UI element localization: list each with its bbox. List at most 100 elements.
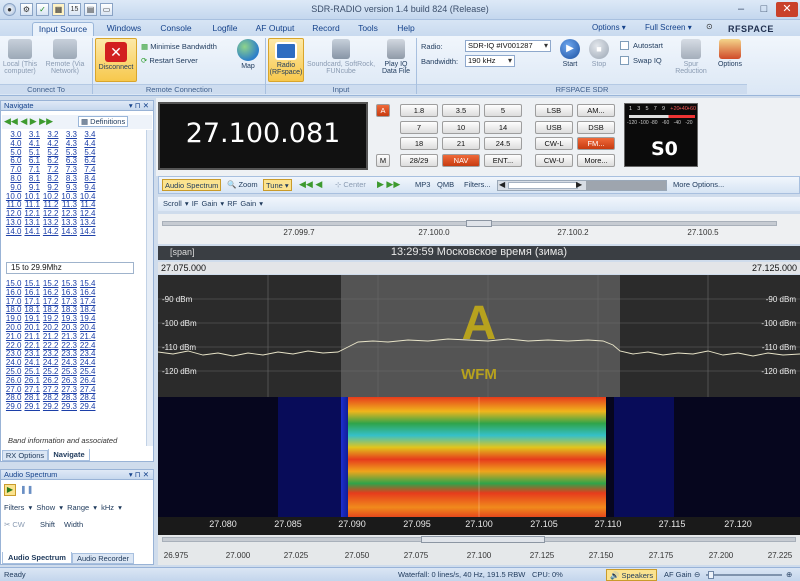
tab-record[interactable]: Record <box>306 22 346 36</box>
band-key-button[interactable]: 14 <box>484 120 522 134</box>
waterfall-display[interactable] <box>158 397 800 517</box>
band-link[interactable]: 14.4 <box>77 227 96 237</box>
minimize-button[interactable]: – <box>730 2 752 17</box>
band-select[interactable]: 15 to 29.9Mhz <box>6 262 134 274</box>
slider-right-arrow-icon[interactable]: ▶ <box>576 180 582 189</box>
options-menu[interactable]: Options ▾ <box>592 23 626 32</box>
slider-left-arrow-icon[interactable]: ◀ <box>499 180 505 189</box>
minimise-bandwidth-button[interactable]: ▦ Minimise Bandwidth <box>141 42 217 51</box>
zoom-scroll-thumb[interactable] <box>466 220 492 227</box>
band-link[interactable]: 14.2 <box>40 227 59 237</box>
definitions-button[interactable]: ▦ Definitions <box>78 116 129 127</box>
slider-thumb[interactable] <box>508 182 578 189</box>
band-key-button[interactable]: 28/29 <box>400 153 438 167</box>
band-key-button[interactable]: 1.8 <box>400 104 438 117</box>
tune-arrows-icon[interactable]: ◀◀ ◀ <box>299 179 322 190</box>
remote-button[interactable]: Remote (Via Network) <box>40 39 90 75</box>
tab-tools[interactable]: Tools <box>350 22 386 36</box>
band-link[interactable]: 14.3 <box>59 227 77 237</box>
tab-af-output[interactable]: AF Output <box>250 22 300 36</box>
panel-buttons-icon[interactable]: ▾ ⊓ ✕ <box>129 470 149 479</box>
memory-button[interactable]: M <box>376 154 390 167</box>
close-button[interactable]: ✕ <box>776 2 798 17</box>
bandwidth-select[interactable]: 190 kHz <box>465 55 515 67</box>
mode-button[interactable]: FM... <box>577 137 615 150</box>
audio-spectrum-toggle[interactable]: Audio Spectrum <box>162 179 222 191</box>
mp3-button[interactable]: MP3 <box>415 180 430 189</box>
tab-audio-spectrum[interactable]: Audio Spectrum <box>2 552 72 564</box>
band-key-button[interactable]: 3.5 <box>442 104 480 117</box>
band-key-button[interactable]: 18 <box>400 137 438 150</box>
band-key-button[interactable]: 21 <box>442 137 480 150</box>
help-icon[interactable]: ⊙ <box>706 22 713 31</box>
qmb-button[interactable]: QMB <box>437 180 454 189</box>
enter-button[interactable]: ENT... <box>484 153 522 167</box>
frequency-display[interactable]: 27.100.081 <box>158 102 368 170</box>
swap-iq-checkbox[interactable] <box>620 56 629 65</box>
restart-server-button[interactable]: ⟳ Restart Server <box>141 56 198 65</box>
mode-button[interactable]: CW-L <box>535 137 573 150</box>
stop-button[interactable]: ■ Stop <box>586 39 612 68</box>
tune-button[interactable]: Tune ▾ <box>263 179 292 191</box>
band-key-button[interactable]: 5 <box>484 104 522 117</box>
radio-select[interactable]: SDR-IQ #IV001287 <box>465 40 551 52</box>
band-link[interactable]: 14.1 <box>22 227 40 237</box>
disconnect-button[interactable]: ✕ Disconnect <box>95 38 137 82</box>
next-arrows-icon[interactable]: ▶ ▶▶ <box>377 179 400 190</box>
audio-play-icon[interactable]: ▶ <box>4 484 16 496</box>
af-gain-thumb[interactable] <box>708 571 714 579</box>
band-key-button[interactable]: 24.5 <box>484 137 522 150</box>
mode-button[interactable]: LSB <box>535 104 573 117</box>
filters-button[interactable]: Filters... <box>464 180 491 189</box>
filter-slider[interactable]: ◀ ▶ <box>497 180 667 191</box>
maximize-button[interactable]: □ <box>753 2 775 17</box>
tab-input-source[interactable]: Input Source <box>32 22 94 36</box>
nav-arrows-icon[interactable]: ◀◀ ◀ ▶ ▶▶ <box>4 116 53 127</box>
band-link[interactable]: 29.4 <box>77 402 96 412</box>
start-button[interactable]: ▶ Start <box>557 39 583 68</box>
gain-menus[interactable]: Scroll ▾ IF Gain ▾ RF Gain ▾ <box>163 199 263 208</box>
band-key-button[interactable]: 10 <box>442 120 480 134</box>
mode-button[interactable]: AM... <box>577 104 615 117</box>
options-button[interactable]: Options <box>712 39 748 68</box>
autostart-checkbox[interactable] <box>620 41 629 50</box>
zoom-button[interactable]: 🔍 Zoom <box>227 180 258 189</box>
af-gain-slider[interactable] <box>706 571 782 579</box>
tab-console[interactable]: Console <box>152 22 200 36</box>
navigate-scrollbar[interactable] <box>146 130 153 446</box>
tab-audio-recorder[interactable]: Audio Recorder <box>72 553 134 564</box>
overview-scroll-thumb[interactable] <box>421 536 545 543</box>
audio-menu[interactable]: Filters ▾ Show ▾ Range ▾ kHz ▾ <box>4 503 122 512</box>
tab-help[interactable]: Help <box>390 22 422 36</box>
local-button[interactable]: Local (This computer) <box>2 39 38 75</box>
mode-button[interactable]: DSB <box>577 120 615 134</box>
speakers-button[interactable]: 🔊 Speakers <box>606 569 658 581</box>
volume-minus-icon[interactable]: ⊖ <box>694 568 700 581</box>
more-options-button[interactable]: More Options... <box>673 180 724 189</box>
tab-logfile[interactable]: Logfile <box>204 22 246 36</box>
mode-button[interactable]: USB <box>535 120 573 134</box>
tab-rx-options[interactable]: RX Options <box>2 450 48 461</box>
band-link[interactable]: 29.1 <box>22 402 40 412</box>
audio-pause-icon[interactable]: ❚❚ <box>20 485 33 494</box>
band-key-button[interactable]: 7 <box>400 120 438 134</box>
mode-button[interactable]: CW-U <box>535 153 573 167</box>
spectrum-display[interactable]: A WFM -90 dBm -100 dBm -110 dBm -120 dBm… <box>157 275 800 397</box>
soundcard-button[interactable]: Soundcard, SoftRock, FUNcube <box>306 39 376 75</box>
play-iq-button[interactable]: Play IQ Data File <box>378 39 414 75</box>
tab-navigate[interactable]: Navigate <box>48 449 90 461</box>
panel-buttons-icon[interactable]: ▾ ⊓ ✕ <box>129 101 149 110</box>
band-link[interactable]: 29.3 <box>59 402 77 412</box>
radio-rfspace-button[interactable]: Radio (RFspace) <box>268 38 304 82</box>
mode-button[interactable]: More... <box>577 153 615 167</box>
band-link[interactable]: 29.2 <box>40 402 59 412</box>
band-link[interactable]: 29.0 <box>3 402 22 412</box>
spur-reduction-button[interactable]: Spur Reduction <box>672 39 710 75</box>
vfo-a-button[interactable]: A <box>376 104 390 117</box>
zoom-scrollbar[interactable] <box>162 220 777 227</box>
nav-button[interactable]: NAV <box>442 153 480 167</box>
full-screen-menu[interactable]: Full Screen ▾ <box>645 23 692 32</box>
volume-plus-icon[interactable]: ⊕ <box>786 568 792 581</box>
center-button[interactable]: ⊹ Center <box>335 180 366 189</box>
map-button[interactable]: Map <box>234 39 262 70</box>
